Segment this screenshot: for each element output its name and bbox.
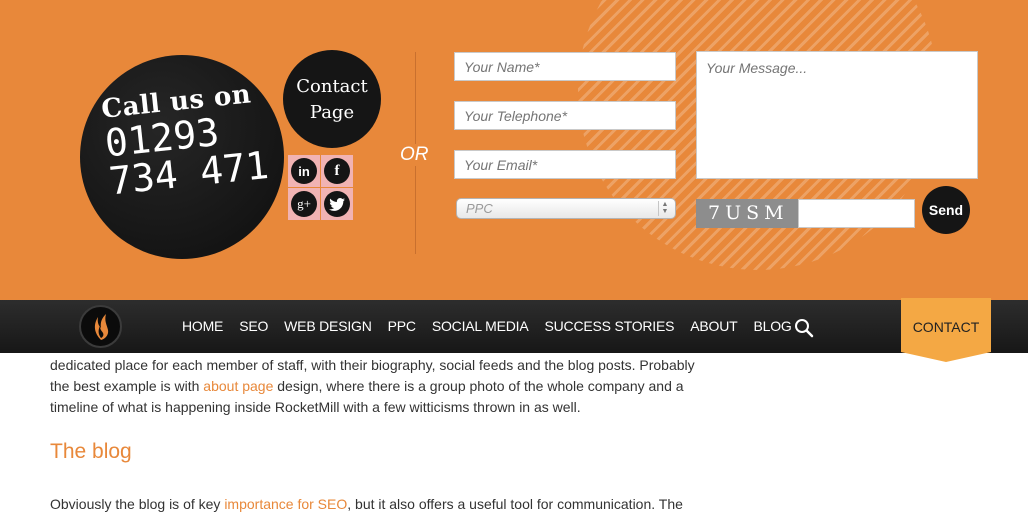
contact-page-label-2: Page (309, 102, 355, 123)
nav-menu: HOME SEO WEB DESIGN PPC SOCIAL MEDIA SUC… (182, 318, 808, 334)
email-field[interactable] (454, 150, 676, 179)
flame-logo-icon (94, 313, 108, 340)
name-field[interactable] (454, 52, 676, 81)
paragraph: Obviously the blog is of key importance … (50, 496, 683, 512)
linkedin-link[interactable]: in (288, 155, 320, 187)
nav-item-ppc[interactable]: PPC (388, 318, 416, 334)
logo[interactable] (79, 305, 122, 348)
nav-item-web-design[interactable]: WEB DESIGN (284, 318, 372, 334)
paragraph-line: dedicated place for each member of staff… (50, 357, 695, 373)
linkedin-icon: in (291, 158, 317, 184)
facebook-link[interactable]: f (321, 155, 353, 187)
select-arrows-icon: ▲ ▼ (658, 201, 671, 216)
call-us-text: Call us on 01293 734 471 (100, 78, 271, 203)
main-navigation: HOME SEO WEB DESIGN PPC SOCIAL MEDIA SUC… (0, 300, 1028, 353)
blog-heading: The blog (50, 440, 132, 463)
telephone-field[interactable] (454, 101, 676, 130)
send-button[interactable]: Send (922, 186, 970, 234)
paragraph-line: timeline of what is happening inside Roc… (50, 399, 581, 415)
google-plus-link[interactable]: g+ (288, 188, 320, 220)
twitter-icon (324, 191, 350, 217)
contact-page-button[interactable]: Contact Page (283, 50, 381, 148)
nav-item-social-media[interactable]: SOCIAL MEDIA (432, 318, 529, 334)
service-select[interactable]: PPC ▲ ▼ (456, 198, 676, 219)
nav-item-success-stories[interactable]: SUCCESS STORIES (545, 318, 675, 334)
nav-item-seo[interactable]: SEO (239, 318, 268, 334)
contact-page-label-1: Contact (296, 76, 368, 97)
about-page-link[interactable]: about page (203, 378, 273, 394)
captcha-image: 7USM (696, 199, 798, 228)
contact-tab[interactable]: CONTACT (901, 298, 991, 362)
contact-band: Call us on 01293 734 471 Contact Page in… (0, 0, 1028, 300)
or-label: OR (398, 144, 431, 166)
page: Call us on 01293 734 471 Contact Page in… (0, 0, 1028, 512)
article-body: dedicated place for each member of staff… (50, 355, 730, 418)
twitter-link[interactable] (321, 188, 353, 220)
search-icon[interactable] (794, 318, 814, 338)
contact-tab-label: CONTACT (912, 319, 980, 335)
nav-item-about[interactable]: ABOUT (690, 318, 737, 334)
nav-item-blog[interactable]: BLOG (754, 318, 792, 334)
paragraph-line: the best example is with about page desi… (50, 378, 684, 394)
service-select-value: PPC (466, 201, 493, 216)
nav-item-home[interactable]: HOME (182, 318, 223, 334)
seo-importance-link[interactable]: importance for SEO (224, 496, 347, 512)
message-field[interactable] (696, 51, 978, 179)
captcha-input[interactable] (798, 199, 915, 228)
google-plus-icon: g+ (291, 191, 317, 217)
facebook-icon: f (324, 158, 350, 184)
